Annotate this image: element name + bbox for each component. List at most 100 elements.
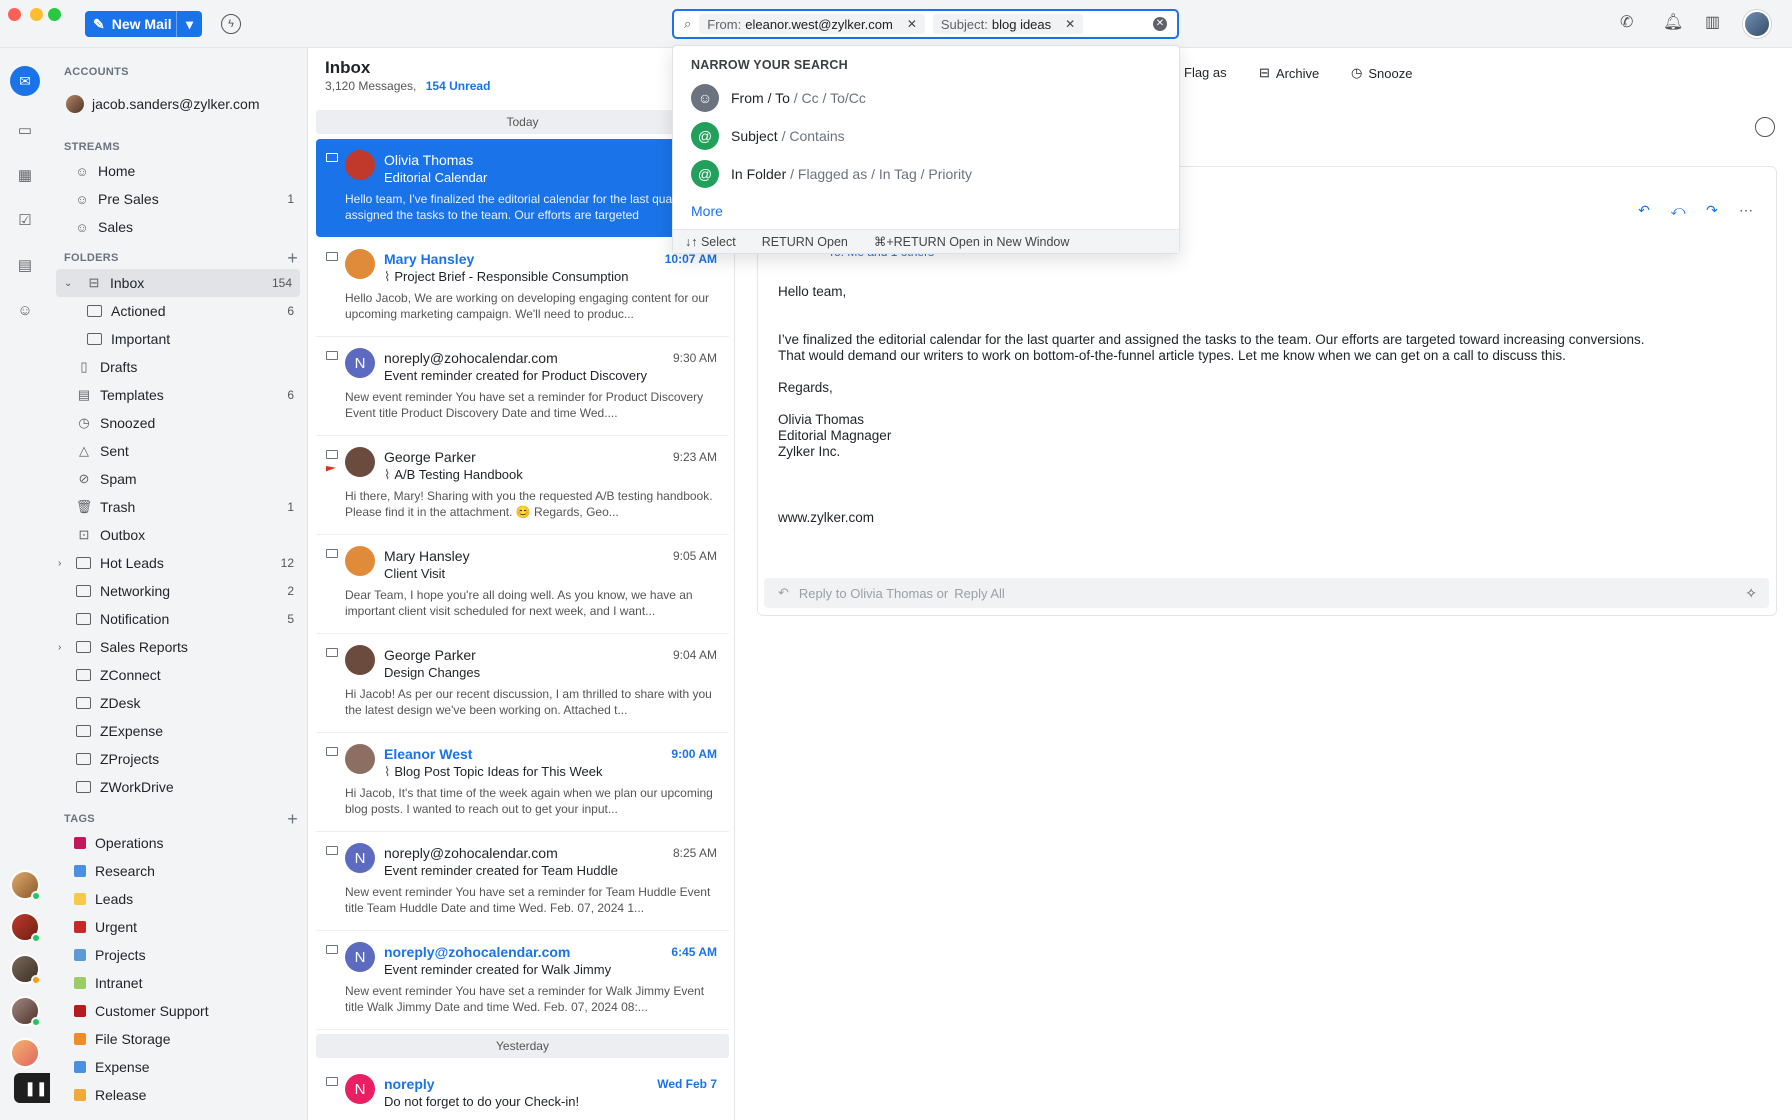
new-mail-button[interactable]: ✎ New Mail ▾ bbox=[85, 11, 202, 37]
new-mail-main[interactable]: ✎ New Mail bbox=[85, 11, 176, 37]
reply-placeholder[interactable]: Reply to Olivia Thomas or bbox=[799, 586, 948, 601]
flag-as-button[interactable]: Flag as bbox=[1184, 65, 1227, 80]
mail-item[interactable]: Eleanor West 9:00 AM ⌇ Blog Post Topic Id… bbox=[316, 733, 729, 832]
folder-item-networking[interactable]: Networking 2 bbox=[50, 577, 307, 605]
zoom-window-button[interactable] bbox=[48, 8, 61, 21]
notes-icon[interactable]: ▤ bbox=[13, 253, 37, 277]
folder-item-important[interactable]: Important bbox=[50, 325, 307, 353]
new-mail-dropdown-button[interactable]: ▾ bbox=[176, 11, 202, 37]
narrow-by-people-option[interactable]: ☺ From / To / Cc / To/Cc bbox=[691, 84, 866, 112]
reply-all-icon[interactable]: ⤺ bbox=[1666, 198, 1690, 222]
folder-item-zworkdrive[interactable]: ZWorkDrive bbox=[50, 773, 307, 801]
phone-icon[interactable]: ✆ bbox=[1620, 12, 1633, 32]
folder-item-snoozed[interactable]: ◷ Snoozed bbox=[50, 409, 307, 437]
contact-avatar[interactable] bbox=[10, 954, 41, 985]
forward-icon[interactable]: ↷ bbox=[1700, 198, 1724, 222]
templates-icon: ▤ bbox=[77, 387, 91, 402]
calendar-icon[interactable]: ▦ bbox=[13, 163, 37, 187]
tag-item-projects[interactable]: Projects bbox=[50, 941, 307, 969]
flag-icon[interactable] bbox=[326, 466, 336, 472]
ai-sparkle-icon[interactable]: ✧ bbox=[1745, 585, 1757, 602]
signature-website[interactable]: www.zylker.com bbox=[778, 510, 1644, 526]
search-chip-from[interactable]: From: eleanor.west@zylker.com ✕ bbox=[699, 14, 925, 34]
add-tag-icon[interactable]: + bbox=[287, 809, 298, 830]
stream-item-pre-sales[interactable]: ☺ Pre Sales 1 bbox=[50, 185, 307, 213]
contact-info-icon[interactable] bbox=[1755, 117, 1775, 137]
folder-item-inbox[interactable]: ⌄ ⊟ Inbox 154 bbox=[56, 269, 300, 297]
folder-item-spam[interactable]: ⊘ Spam bbox=[50, 465, 307, 493]
folder-item-templates[interactable]: ▤ Templates 6 bbox=[50, 381, 307, 409]
chevron-down-icon[interactable]: ⌄ bbox=[64, 278, 72, 289]
mail-item[interactable]: Mary Hansley 10:07 AM ⌇ Project Brief - R… bbox=[316, 238, 729, 337]
account-item[interactable]: jacob.sanders@zylker.com bbox=[66, 95, 260, 113]
contacts-icon[interactable]: ☺ bbox=[13, 298, 37, 322]
clear-search-icon[interactable]: ✕ bbox=[1153, 17, 1167, 31]
mail-item[interactable]: N noreply@zohocalendar.com 8:25 AM Event… bbox=[316, 832, 729, 931]
bell-icon[interactable]: 🔔︎ bbox=[1663, 12, 1683, 32]
search-chip-subject[interactable]: Subject: blog ideas ✕ bbox=[932, 14, 1084, 34]
mail-item[interactable]: N noreply Wed Feb 7 Do not forget to do … bbox=[316, 1063, 729, 1120]
reply-all-placeholder[interactable]: Reply All bbox=[954, 586, 1005, 601]
mail-item[interactable]: N noreply@zohocalendar.com 6:45 AM Event… bbox=[316, 931, 729, 1030]
archive-button[interactable]: ⊟ Archive bbox=[1259, 65, 1319, 81]
mail-sender: noreply@zohocalendar.com bbox=[384, 944, 571, 960]
mail-item[interactable]: George Parker 9:04 AM Design Changes Hi … bbox=[316, 634, 729, 733]
minimize-window-button[interactable] bbox=[30, 8, 43, 21]
tasks-icon[interactable]: ☑ bbox=[13, 208, 37, 232]
tag-item-leads[interactable]: Leads bbox=[50, 885, 307, 913]
search-bar[interactable]: ⌕ From: eleanor.west@zylker.com ✕ Subjec… bbox=[672, 9, 1179, 39]
reply-icon[interactable]: ↶ bbox=[1632, 198, 1656, 222]
remove-chip-icon[interactable]: ✕ bbox=[1065, 17, 1075, 31]
chevron-right-icon[interactable]: › bbox=[58, 558, 61, 569]
tag-item-operations[interactable]: Operations bbox=[50, 829, 307, 857]
mail-time: 9:00 AM bbox=[671, 747, 717, 761]
tag-item-expense[interactable]: Expense bbox=[50, 1053, 307, 1081]
tag-item-research[interactable]: Research bbox=[50, 857, 307, 885]
unread-count[interactable]: 154 Unread bbox=[426, 79, 491, 93]
contact-avatar[interactable] bbox=[10, 912, 41, 943]
tag-item-urgent[interactable]: Urgent bbox=[50, 913, 307, 941]
folder-item-sent[interactable]: △ Sent bbox=[50, 437, 307, 465]
user-avatar[interactable] bbox=[1743, 10, 1771, 38]
chevron-right-icon[interactable]: › bbox=[58, 642, 61, 653]
more-options-link[interactable]: More bbox=[691, 203, 723, 219]
folder-item-zdesk[interactable]: ZDesk bbox=[50, 689, 307, 717]
folder-item-zconnect[interactable]: ZConnect bbox=[50, 661, 307, 689]
pause-icon[interactable]: ❚❚ bbox=[24, 1080, 47, 1097]
folder-item-actioned[interactable]: Actioned 6 bbox=[50, 297, 307, 325]
folder-item-outbox[interactable]: ⊡ Outbox bbox=[50, 521, 307, 549]
folder-item-drafts[interactable]: ▯ Drafts bbox=[50, 353, 307, 381]
stream-item-home[interactable]: ☺ Home bbox=[50, 157, 307, 185]
contact-avatar[interactable] bbox=[10, 1038, 40, 1068]
mail-icon[interactable]: ✉ bbox=[10, 66, 40, 96]
narrow-by-subject-option[interactable]: @ Subject / Contains bbox=[691, 122, 845, 150]
lightning-icon[interactable]: ϟ bbox=[221, 14, 241, 34]
tag-item-intranet[interactable]: Intranet bbox=[50, 969, 307, 997]
close-window-button[interactable] bbox=[8, 8, 21, 21]
folder-item-notification[interactable]: Notification 5 bbox=[50, 605, 307, 633]
narrow-by-folder-option[interactable]: @ In Folder / Flagged as / In Tag / Prio… bbox=[691, 160, 972, 188]
tag-item-release[interactable]: Release bbox=[50, 1081, 307, 1109]
panel-layout-icon[interactable]: ▥ bbox=[1705, 12, 1720, 32]
mail-subject-wrap: ⌇ Blog Post Topic Ideas for This Week bbox=[384, 764, 602, 780]
quick-reply-bar[interactable]: ↶ Reply to Olivia Thomas or Reply All ✧ bbox=[764, 578, 1769, 608]
chat-icon[interactable]: ▭ bbox=[13, 118, 37, 142]
folder-item-zexpense[interactable]: ZExpense bbox=[50, 717, 307, 745]
mail-item[interactable]: N noreply@zohocalendar.com 9:30 AM Event… bbox=[316, 337, 729, 436]
folder-item-trash[interactable]: 🗑︎ Trash 1 bbox=[50, 493, 307, 521]
tag-item-customer-support[interactable]: Customer Support bbox=[50, 997, 307, 1025]
add-folder-icon[interactable]: + bbox=[287, 248, 298, 269]
contact-avatar[interactable] bbox=[10, 996, 41, 1027]
stream-item-sales[interactable]: ☺ Sales bbox=[50, 213, 307, 241]
folder-item-hot-leads[interactable]: › Hot Leads 12 bbox=[50, 549, 307, 577]
contact-avatar[interactable] bbox=[10, 870, 41, 901]
mail-item[interactable]: Olivia Thomas 11 Editorial Calendar Hell… bbox=[316, 139, 729, 237]
folder-item-sales-reports[interactable]: › Sales Reports bbox=[50, 633, 307, 661]
more-options-icon[interactable]: ⋯ bbox=[1734, 198, 1758, 222]
snooze-button[interactable]: ◷ Snooze bbox=[1351, 65, 1412, 81]
mail-item[interactable]: George Parker 9:23 AM ⌇ A/B Testing Handb… bbox=[316, 436, 729, 535]
folder-item-zprojects[interactable]: ZProjects bbox=[50, 745, 307, 773]
mail-item[interactable]: Mary Hansley 9:05 AM Client Visit Dear T… bbox=[316, 535, 729, 634]
remove-chip-icon[interactable]: ✕ bbox=[907, 17, 917, 31]
tag-item-file-storage[interactable]: File Storage bbox=[50, 1025, 307, 1053]
